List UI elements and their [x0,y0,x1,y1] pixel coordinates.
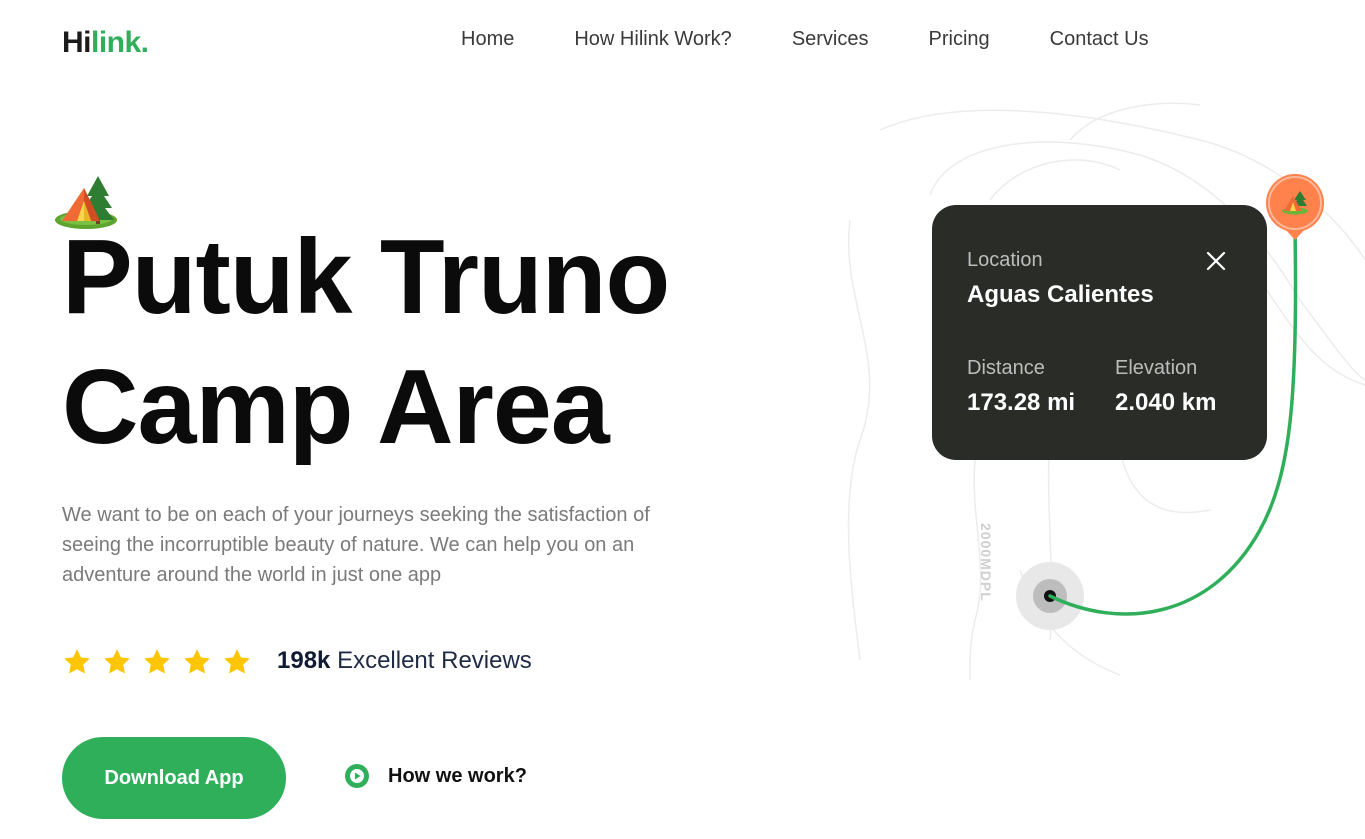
logo-accent: link. [91,26,149,59]
star-icon [184,649,210,674]
close-icon[interactable] [1204,249,1228,273]
title-line-2: Camp Area [62,348,610,466]
nav-item-how-it-works[interactable]: How Hilink Work? [574,28,731,51]
nav-item-services[interactable]: Services [792,28,869,51]
logo-main: Hi [62,26,92,59]
reviews-text: Excellent Reviews [337,647,532,674]
location-label: Location [967,249,1043,271]
distance-label: Distance [967,357,1045,379]
elevation-value: 2.040 km [1115,389,1217,416]
play-icon [345,764,369,788]
how-we-work-label: How we work? [388,764,527,787]
location-card: Location Aguas Calientes Distance 173.28… [932,205,1267,460]
nav-item-contact[interactable]: Contact Us [1050,28,1149,51]
elevation-label: Elevation [1115,357,1198,379]
hero-description: We want to be on each of your journeys s… [62,504,650,586]
star-icon [104,649,130,674]
rating-stars [62,647,262,677]
nav-item-pricing[interactable]: Pricing [929,28,990,51]
star-icon [64,649,90,674]
main-nav: Home How Hilink Work? Services Pricing C… [461,28,1149,51]
download-app-button[interactable]: Download App [62,737,286,819]
distance-value: 173.28 mi [967,389,1076,416]
page-title: Putuk Truno Camp Area [62,212,670,472]
star-icon [224,649,250,674]
logo[interactable]: Hilink. [62,26,149,60]
reviews-count: 198k [277,647,331,674]
star-icon [144,649,170,674]
nav-item-home[interactable]: Home [461,28,514,51]
elevation-mark: 2000MDPL [978,523,994,602]
location-value: Aguas Calientes [967,281,1154,308]
how-we-work-link[interactable]: How we work? [345,764,527,788]
reviews-summary: 198k Excellent Reviews [277,647,532,675]
title-line-1: Putuk Truno [62,218,670,336]
